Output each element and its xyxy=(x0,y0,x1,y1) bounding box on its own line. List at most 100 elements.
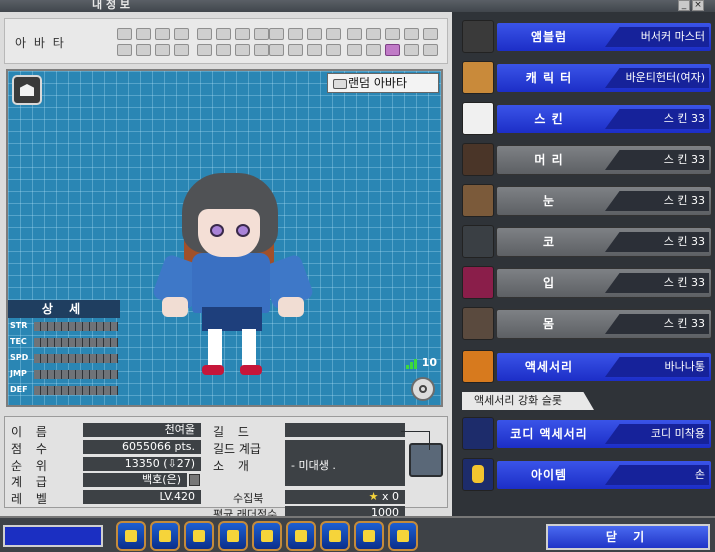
avatar-slot[interactable] xyxy=(269,44,284,56)
signal-indicator: 10 xyxy=(405,356,437,369)
avatar-slot[interactable] xyxy=(254,28,269,40)
avatar-slot[interactable] xyxy=(347,28,362,40)
avatar-slot[interactable] xyxy=(117,28,132,40)
avatar-slot[interactable] xyxy=(197,28,212,40)
star-icon: ★ xyxy=(368,490,379,503)
avatar-slot[interactable] xyxy=(197,44,212,56)
equip-band: 코 스 킨 33 xyxy=(496,227,712,257)
bag-icon[interactable] xyxy=(286,521,316,551)
avatar-slot[interactable] xyxy=(216,28,231,40)
avatar-slots-row: 아 바 타 xyxy=(4,18,448,64)
avatar-slot[interactable] xyxy=(404,44,419,56)
equip-band: 눈 스 킨 33 xyxy=(496,186,712,216)
avatar-slot[interactable] xyxy=(117,44,132,56)
title-bar: 내 정 보 _ × xyxy=(0,0,715,12)
equip-row-accessory[interactable]: 액세서리 바나나통 xyxy=(458,348,715,386)
equip-row-skin[interactable]: 스 킨 스 킨 33 xyxy=(458,100,715,138)
lock-icon[interactable] xyxy=(320,521,350,551)
avatar-slot[interactable] xyxy=(385,28,400,40)
level-value: LV.420 xyxy=(83,490,201,504)
avatar-slot[interactable] xyxy=(174,28,189,40)
close-icon[interactable]: × xyxy=(692,0,704,11)
avatar-slot[interactable] xyxy=(254,44,269,56)
avatar-slot[interactable] xyxy=(216,44,231,56)
avatar-slot[interactable] xyxy=(136,28,151,40)
equip-row-item[interactable]: 아이템 손 xyxy=(458,456,715,494)
star-icon[interactable] xyxy=(252,521,282,551)
avatar-slot[interactable] xyxy=(174,44,189,56)
equip-category: 아이템 xyxy=(530,468,568,482)
rotate-view-icon[interactable] xyxy=(411,377,435,401)
avatar-slot[interactable] xyxy=(288,28,303,40)
box-icon[interactable] xyxy=(388,521,418,551)
equip-row-nose[interactable]: 코 스 킨 33 xyxy=(458,223,715,261)
avatar-slot[interactable] xyxy=(307,44,322,56)
guild-value xyxy=(285,423,405,437)
avatar-slot-group xyxy=(269,28,341,56)
avatar-slot[interactable] xyxy=(366,28,381,40)
rank-value: 13350 (⇩27) xyxy=(83,457,201,471)
intro-text: - 미대생 . xyxy=(285,454,405,486)
detail-panel: 상 세 STR TEC SPD JMP DEF xyxy=(8,300,120,400)
stat-label: TEC xyxy=(10,337,27,346)
eye-icon xyxy=(462,184,494,217)
equip-row-character[interactable]: 캐 릭 터 바운티헌터(여자) xyxy=(458,59,715,97)
avatar-slot[interactable] xyxy=(423,44,438,56)
level-label: 레 벨 xyxy=(11,492,52,506)
avatar-slot[interactable] xyxy=(235,44,250,56)
equip-row-mouth[interactable]: 입 스 킨 33 xyxy=(458,264,715,302)
avatar-slot[interactable] xyxy=(326,28,341,40)
equip-band: 몸 스 킨 33 xyxy=(496,309,712,339)
chat-input[interactable] xyxy=(3,525,103,547)
avatar-slot[interactable] xyxy=(423,28,438,40)
name-label: 이 름 xyxy=(11,425,52,439)
stat-bar xyxy=(34,354,118,363)
equip-value: 바나나통 xyxy=(605,357,709,377)
avatar-slot[interactable] xyxy=(366,44,381,56)
signal-value: 10 xyxy=(421,356,437,369)
guild-grade-value xyxy=(285,440,405,454)
avatar-slot[interactable] xyxy=(155,28,170,40)
chart-icon[interactable] xyxy=(354,521,384,551)
random-avatar-button[interactable]: 랜덤 아바타 xyxy=(327,73,439,93)
avatar-slot-selected[interactable] xyxy=(385,44,400,56)
stat-row: STR xyxy=(8,320,120,334)
equip-value: 스 킨 33 xyxy=(605,314,709,334)
equip-row-body[interactable]: 몸 스 킨 33 xyxy=(458,305,715,343)
avatar-slot[interactable] xyxy=(307,28,322,40)
avatar-slot[interactable] xyxy=(347,44,362,56)
left-panel: 아 바 타 랜덤 아바타 상 세 STR TEC SPD JMP DEF 10 … xyxy=(0,12,452,521)
bottom-toolbar: 닫 기 xyxy=(0,516,715,552)
hair-icon xyxy=(462,143,494,176)
equip-band: 스 킨 스 킨 33 xyxy=(496,104,712,134)
equip-band: 앰블럼 버서커 마스터 xyxy=(496,22,712,52)
close-button[interactable]: 닫 기 xyxy=(546,524,710,550)
score-label: 점 수 xyxy=(11,442,52,456)
cube-icon[interactable] xyxy=(116,521,146,551)
nose-icon xyxy=(462,225,494,258)
grade-label: 계 급 xyxy=(11,475,52,489)
avatar-slot[interactable] xyxy=(235,28,250,40)
detail-title: 상 세 xyxy=(8,300,120,318)
guild-emblem-icon xyxy=(401,431,443,477)
avatar-slot[interactable] xyxy=(136,44,151,56)
card-icon[interactable] xyxy=(184,521,214,551)
equip-value: 코디 미착용 xyxy=(605,424,709,444)
equip-row-eye[interactable]: 눈 스 킨 33 xyxy=(458,182,715,220)
equip-value: 손 xyxy=(605,465,709,485)
chat-bubble-icon[interactable] xyxy=(150,521,180,551)
equip-row-emblem[interactable]: 앰블럼 버서커 마스터 xyxy=(458,18,715,56)
equip-row-codi[interactable]: 코디 액세서리 코디 미착용 xyxy=(458,415,715,453)
equipment-panel: 앰블럼 버서커 마스터 캐 릭 터 바운티헌터(여자) 스 킨 스 킨 33 머… xyxy=(458,18,715,498)
equip-row-hair[interactable]: 머 리 스 킨 33 xyxy=(458,141,715,179)
shield-icon[interactable] xyxy=(218,521,248,551)
stat-row: SPD xyxy=(8,352,120,366)
avatar-slot[interactable] xyxy=(288,44,303,56)
minimize-icon[interactable]: _ xyxy=(678,0,690,11)
avatar-slot[interactable] xyxy=(269,28,284,40)
avatar-slot[interactable] xyxy=(326,44,341,56)
accessory-upgrade-slot-tab[interactable]: 액세서리 강화 슬롯 xyxy=(462,392,594,410)
avatar-slot[interactable] xyxy=(155,44,170,56)
avatar-slot[interactable] xyxy=(404,28,419,40)
intro-label: 소 개 xyxy=(213,459,254,473)
